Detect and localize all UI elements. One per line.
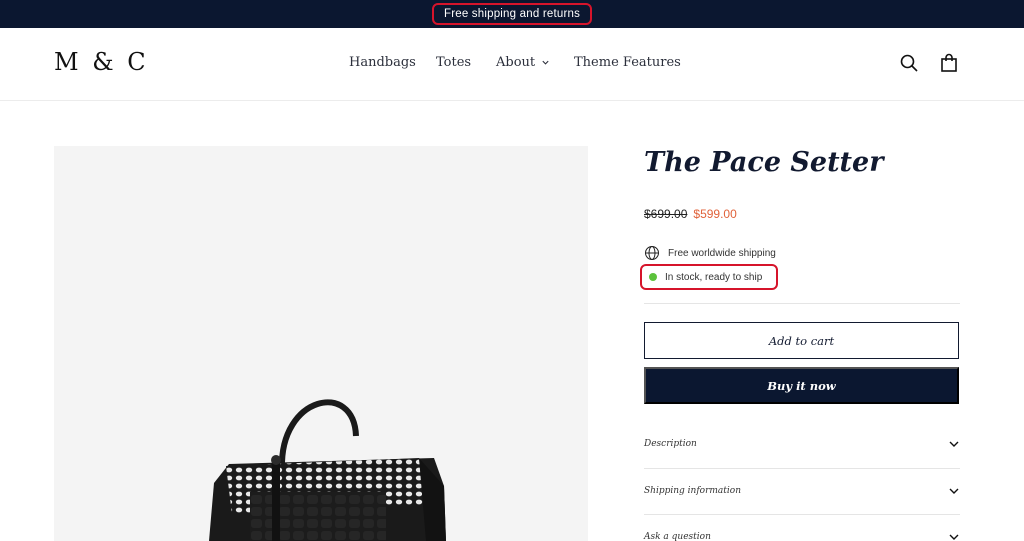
- price-row: $699.00 $599.00: [644, 207, 737, 221]
- accordion-label: Shipping information: [644, 486, 741, 496]
- stock-dot-icon: [649, 273, 657, 281]
- add-to-cart-button[interactable]: Add to cart: [644, 322, 959, 359]
- nav-item-theme-features[interactable]: Theme Features: [574, 55, 681, 70]
- sale-price: $599.00: [693, 207, 737, 221]
- accordion-label: Ask a question: [644, 532, 711, 541]
- chevron-down-icon: [949, 488, 959, 494]
- stock-status-text: In stock, ready to ship: [665, 271, 763, 283]
- stock-status: In stock, ready to ship: [640, 264, 778, 290]
- accordion-ask-a-question[interactable]: Ask a question: [644, 527, 960, 541]
- divider: [644, 514, 960, 515]
- chevron-down-icon: [949, 534, 959, 540]
- divider: [644, 303, 960, 304]
- handbag-illustration: [209, 399, 446, 541]
- logo[interactable]: M & C: [54, 48, 149, 76]
- cart-icon[interactable]: [939, 53, 959, 73]
- nav-item-handbags[interactable]: Handbags: [349, 55, 416, 70]
- nav-item-label: Theme Features: [574, 55, 681, 70]
- product-title: The Pace Setter: [644, 147, 884, 178]
- nav-item-label: Handbags: [349, 55, 416, 70]
- globe-icon: [645, 246, 659, 260]
- shipping-info: Free worldwide shipping: [644, 245, 776, 261]
- search-icon[interactable]: [899, 53, 919, 73]
- divider: [644, 468, 960, 469]
- nav-item-label: About: [496, 55, 536, 70]
- accordion-label: Description: [644, 439, 697, 449]
- chevron-down-icon: [542, 60, 549, 65]
- nav-item-label: Totes: [436, 55, 472, 70]
- accordion-shipping-information[interactable]: Shipping information: [644, 481, 960, 501]
- product-image[interactable]: [54, 146, 588, 541]
- site-header: M & C Handbags Totes About Theme Feature…: [0, 28, 1024, 101]
- announcement-bar: Free shipping and returns: [0, 0, 1024, 28]
- announcement-text: Free shipping and returns: [431, 3, 593, 25]
- chevron-down-icon: [949, 441, 959, 447]
- shipping-info-text: Free worldwide shipping: [668, 247, 776, 259]
- buy-now-button[interactable]: Buy it now: [644, 367, 959, 404]
- accordion-description[interactable]: Description: [644, 434, 960, 454]
- nav-item-about[interactable]: About: [496, 55, 550, 70]
- nav-item-totes[interactable]: Totes: [436, 55, 471, 70]
- compare-price: $699.00: [644, 207, 688, 221]
